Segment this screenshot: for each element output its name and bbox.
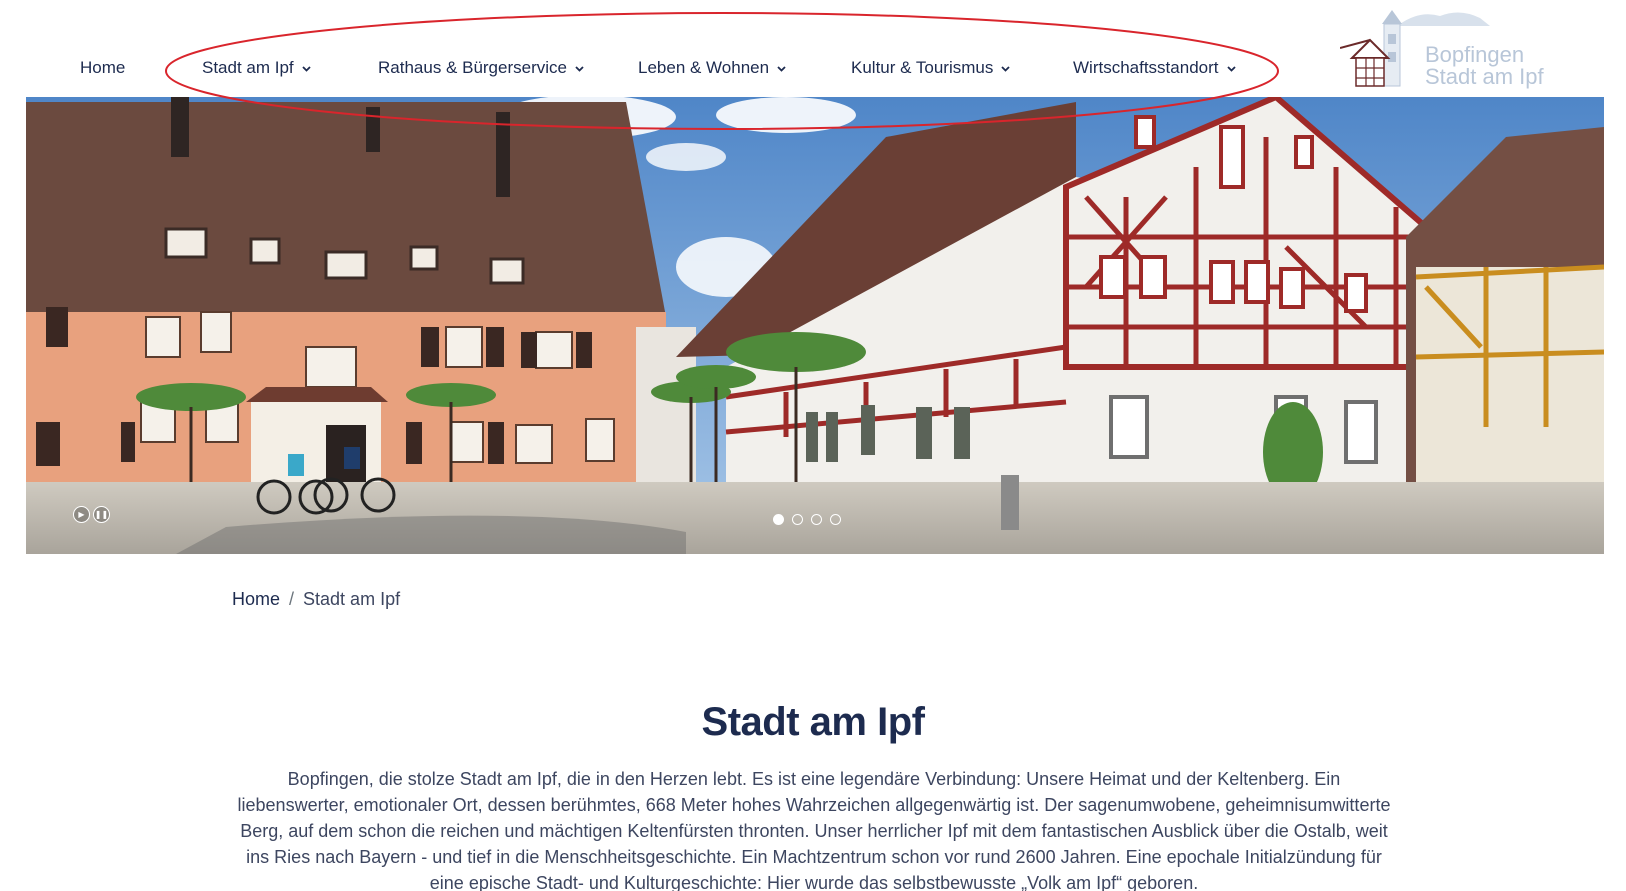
logo-wordmark: Bopfingen Stadt am Ipf	[1425, 44, 1544, 88]
nav-home[interactable]: Home	[80, 56, 125, 80]
page: Home Stadt am Ipf Rathaus & Bürgerservic…	[0, 0, 1626, 891]
breadcrumb: Home / Stadt am Ipf	[232, 589, 400, 610]
nav-leben-wohnen-label: Leben & Wohnen	[638, 58, 770, 77]
nav-rathaus[interactable]: Rathaus & Bürgerservice	[378, 56, 585, 80]
chevron-down-icon	[1226, 63, 1237, 74]
slider-dot-4[interactable]	[830, 514, 841, 525]
nav-wirtschaftsstandort-label: Wirtschaftsstandort	[1073, 58, 1219, 77]
nav-kultur-tourismus[interactable]: Kultur & Tourismus	[851, 56, 1011, 80]
breadcrumb-current: Stadt am Ipf	[303, 589, 401, 609]
site-header: Home Stadt am Ipf Rathaus & Bürgerservic…	[0, 0, 1626, 97]
nav-home-label: Home	[80, 58, 126, 77]
chevron-down-icon	[1000, 63, 1011, 74]
breadcrumb-home-link[interactable]: Home	[232, 589, 280, 610]
nav-stadt-am-ipf[interactable]: Stadt am Ipf	[202, 56, 312, 80]
intro-paragraph: Bopfingen, die stolze Stadt am Ipf, die …	[237, 769, 1391, 891]
chevron-down-icon	[776, 63, 787, 74]
slider-dot-2[interactable]	[792, 514, 803, 525]
nav-wirtschaftsstandort[interactable]: Wirtschaftsstandort	[1073, 56, 1237, 80]
nav-stadt-am-ipf-label: Stadt am Ipf	[202, 58, 294, 77]
play-icon[interactable]: ▶	[73, 506, 90, 523]
nav-kultur-tourismus-label: Kultur & Tourismus	[851, 58, 994, 77]
slider-dot-3[interactable]	[811, 514, 822, 525]
nav-leben-wohnen[interactable]: Leben & Wohnen	[638, 56, 787, 80]
chevron-down-icon	[574, 63, 585, 74]
page-title: Stadt am Ipf	[701, 700, 925, 744]
nav-rathaus-label: Rathaus & Bürgerservice	[378, 58, 567, 77]
logo-line-2: Stadt am Ipf	[1425, 64, 1544, 89]
breadcrumb-separator: /	[289, 589, 295, 609]
pause-icon[interactable]: ❚❚	[93, 506, 110, 523]
hero-slider-image	[26, 97, 1604, 554]
slider-dot-1[interactable]	[773, 514, 784, 525]
chevron-down-icon	[301, 63, 312, 74]
logo-line-1: Bopfingen	[1425, 42, 1525, 67]
